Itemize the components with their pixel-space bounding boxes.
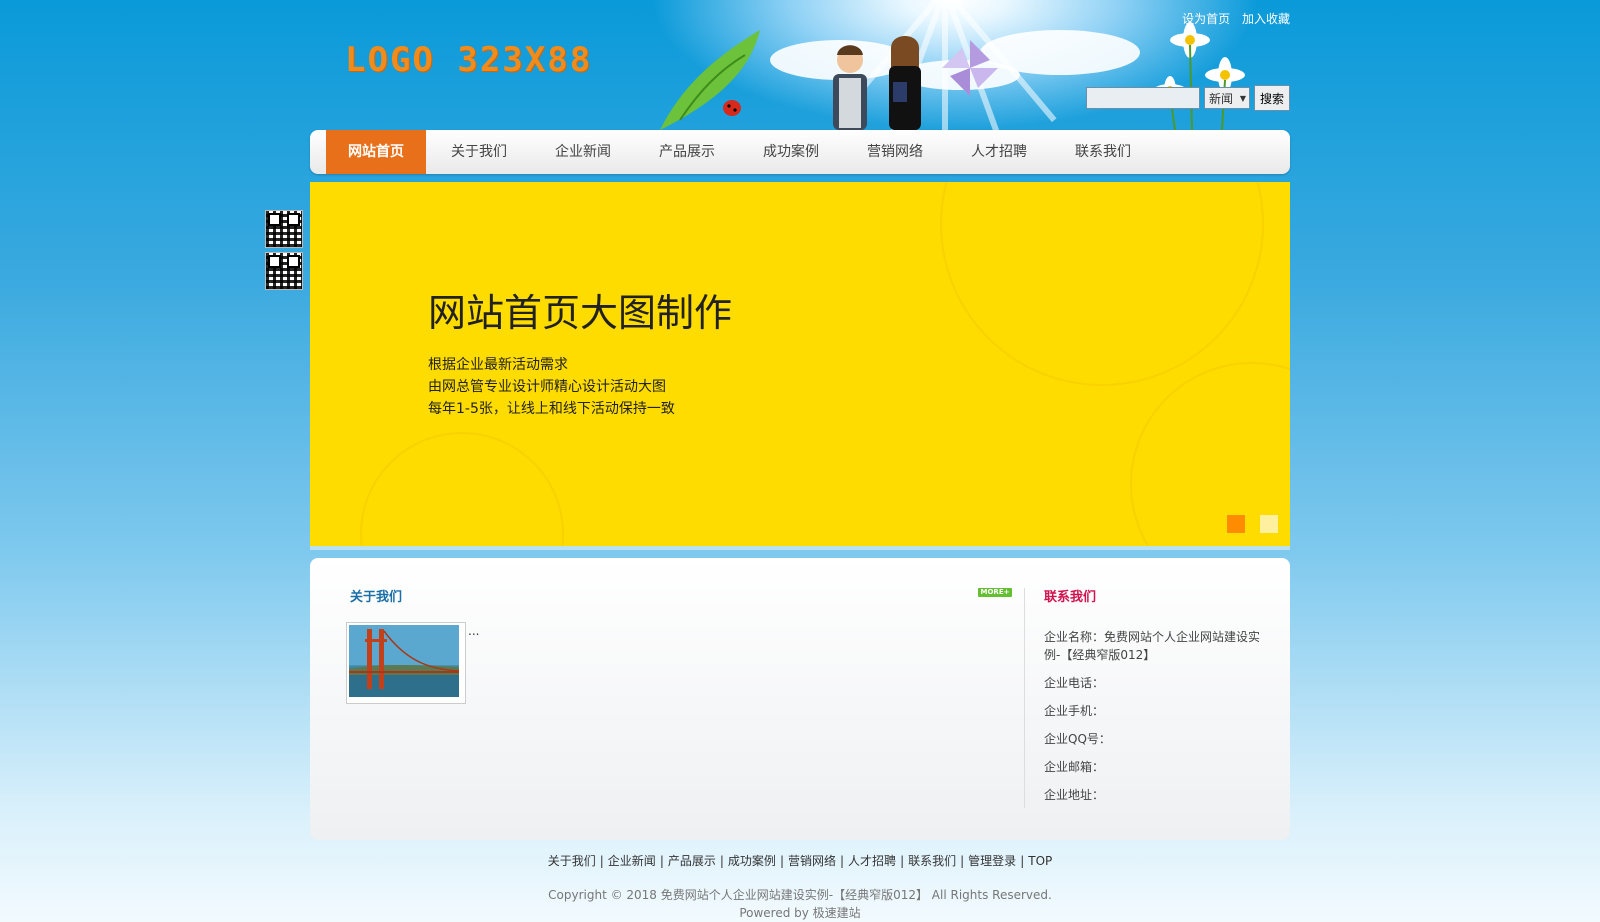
footer-link-products[interactable]: 产品展示 <box>668 854 716 868</box>
banner-line-3: 每年1-5张，让线上和线下活动保持一致 <box>428 401 675 417</box>
children-illustration-icon <box>833 36 921 130</box>
main-nav: 网站首页 关于我们 企业新闻 产品展示 成功案例 营销网络 人才招聘 联系我们 <box>310 130 1290 174</box>
powered-by-text: Powered by 极速建站 <box>739 906 861 920</box>
about-section-title[interactable]: 关于我们 <box>350 586 402 605</box>
footer-link-contact[interactable]: 联系我们 <box>908 854 956 868</box>
daisy-flowers-icon <box>1154 22 1245 130</box>
contact-company-name: 企业名称：免费网站个人企业网站建设实例-【经典窄版012】 <box>1044 630 1261 662</box>
site-header: LOGO 323X88 设为首页 加入收藏 新闻 搜索 <box>310 0 1290 130</box>
add-favorite-link[interactable]: 加入收藏 <box>1242 12 1290 26</box>
nav-item-recruit[interactable]: 人才招聘 <box>950 130 1048 174</box>
qr-code-1 <box>265 210 303 248</box>
contact-section-title[interactable]: 联系我们 <box>1044 586 1096 605</box>
nav-item-about[interactable]: 关于我们 <box>430 130 528 174</box>
main-content: 关于我们 MORE+ ... 联系我们 企业名称：免费网站个人企业网站建设实例-… <box>310 558 1290 840</box>
pinwheel-icon <box>942 40 998 96</box>
site-logo[interactable]: LOGO 323X88 <box>345 40 592 80</box>
about-summary: ... <box>468 624 480 638</box>
banner-title: 网站首页大图制作 <box>428 291 733 335</box>
top-links: 设为首页 加入收藏 <box>1174 10 1290 27</box>
footer-link-recruit[interactable]: 人才招聘 <box>848 854 896 868</box>
contact-email: 企业邮箱： <box>1044 760 1105 774</box>
nav-item-news[interactable]: 企业新闻 <box>534 130 632 174</box>
contact-qq: 企业QQ号： <box>1044 732 1111 746</box>
search-input[interactable] <box>1086 87 1200 109</box>
banner-line-1: 根据企业最新活动需求 <box>428 357 568 373</box>
banner-dot-1[interactable] <box>1227 515 1245 533</box>
contact-mobile: 企业手机： <box>1044 704 1105 718</box>
nav-item-home[interactable]: 网站首页 <box>326 130 426 174</box>
about-more-button[interactable]: MORE+ <box>978 588 1012 597</box>
banner-line-2: 由网总管专业设计师精心设计活动大图 <box>428 379 666 395</box>
nav-item-network[interactable]: 营销网络 <box>846 130 944 174</box>
search-category-select[interactable]: 新闻 <box>1204 87 1250 110</box>
footer-links: 关于我们 | 企业新闻 | 产品展示 | 成功案例 | 营销网络 | 人才招聘 | 联系我们 | 管理登录 |… <box>547 854 1053 868</box>
section-divider <box>1024 588 1025 808</box>
footer-link-admin[interactable]: 管理登录 <box>968 854 1016 868</box>
set-homepage-link[interactable]: 设为首页 <box>1182 12 1230 26</box>
footer-link-about[interactable]: 关于我们 <box>548 854 596 868</box>
leaf-decoration-icon <box>660 30 760 130</box>
contact-address: 企业地址： <box>1044 788 1105 802</box>
qr-code-2 <box>265 252 303 290</box>
footer-link-news[interactable]: 企业新闻 <box>608 854 656 868</box>
footer-link-network[interactable]: 营销网络 <box>788 854 836 868</box>
contact-phone: 企业电话： <box>1044 676 1105 690</box>
search-button[interactable]: 搜索 <box>1254 85 1290 111</box>
hero-banner: 网站首页大图制作 根据企业最新活动需求 由网总管专业设计师精心设计活动大图 每年… <box>310 182 1290 550</box>
nav-item-products[interactable]: 产品展示 <box>638 130 736 174</box>
footer-link-cases[interactable]: 成功案例 <box>728 854 776 868</box>
nav-item-cases[interactable]: 成功案例 <box>742 130 840 174</box>
bridge-photo-icon <box>349 625 459 697</box>
about-image[interactable] <box>346 622 466 704</box>
search-bar: 新闻 搜索 <box>1086 85 1290 111</box>
banner-dot-2[interactable] <box>1260 515 1278 533</box>
footer-link-top[interactable]: TOP <box>1028 854 1052 868</box>
copyright-text: Copyright © 2018 免费网站个人企业网站建设实例-【经典窄版012… <box>548 888 1052 902</box>
nav-item-contact[interactable]: 联系我们 <box>1054 130 1152 174</box>
